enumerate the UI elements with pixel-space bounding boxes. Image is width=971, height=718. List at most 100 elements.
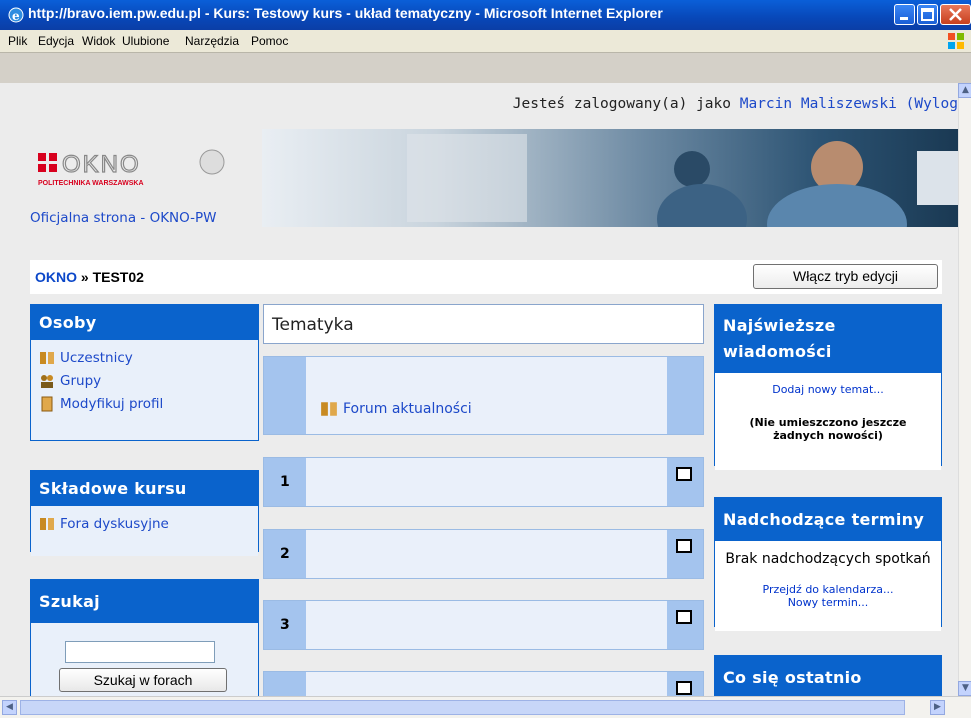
close-button[interactable] [940,4,971,25]
topic-section-0: Forum aktualności [263,356,704,435]
topic-section-4: 4 [263,671,704,696]
no-events-text: Brak nadchodzących spotkań [725,551,931,567]
topic-right-side [667,601,703,649]
block-skladowe-title: Składowe kursu [31,471,258,506]
breadcrumb-current: TEST02 [92,269,144,285]
horizontal-scrollbar[interactable]: ◀ ▶ [0,696,971,718]
block-szukaj-title: Szukaj [31,580,258,623]
edit-mode-button[interactable]: Włącz tryb edycji [753,264,938,289]
official-page-link[interactable]: Oficjalna strona - OKNO-PW [30,210,217,226]
title-bar: e http://bravo.iem.pw.edu.pl - Kurs: Tes… [0,0,971,30]
forum-news-link[interactable]: Forum aktualności [320,400,472,418]
scroll-right-icon[interactable]: ▶ [930,700,945,715]
topic-number: 3 [280,617,290,633]
block-news-title: Najświeższe wiadomości [715,305,941,373]
login-prefix: Jesteś zalogowany(a) jako [512,96,740,112]
banner-image [407,134,958,227]
header-banner [262,129,958,227]
search-forums-button[interactable]: Szukaj w forach [59,668,227,692]
topics-header: Tematyka [263,304,704,344]
minimize-icon [900,17,908,20]
block-recent: Co się ostatnio [714,655,942,696]
scroll-left-icon[interactable]: ◀ [2,700,17,715]
highlight-topic-checkbox[interactable] [676,539,692,553]
participants-icon [40,351,54,364]
uczestnicy-label: Uczestnicy [60,349,133,366]
highlight-topic-checkbox[interactable] [676,681,692,695]
grupy-link[interactable]: Grupy [39,369,250,392]
maximize-icon [921,8,934,21]
topic-section-3: 3 [263,600,704,650]
page-content: Jesteś zalogowany(a) jako Marcin Malisze… [0,83,958,696]
menu-narzedzia[interactable]: Narzędzia [185,34,239,48]
navigation-bar: OKNO » TEST02 Włącz tryb edycji [30,260,942,294]
block-news: Najświeższe wiadomości Dodaj nowy temat.… [714,304,942,470]
modyfikuj-profil-label: Modyfikuj profil [60,395,164,412]
menu-bar: Plik Edycja Widok Ulubione Narzędzia Pom… [0,30,971,53]
block-events-body: Brak nadchodzących spotkań Przejdź do ka… [715,541,941,631]
topic-section-2: 2 [263,529,704,579]
block-szukaj-body: Szukaj w forach [31,623,258,696]
logout-link[interactable]: (Wylog [906,96,958,112]
new-event-link[interactable]: Nowy termin... [723,596,933,609]
topic-left-side [264,357,306,434]
block-news-body: Dodaj nowy temat... (Nie umieszczono jes… [715,373,941,470]
menu-edycja[interactable]: Edycja [38,34,74,48]
block-skladowe-body: Fora dyskusyjne [31,506,258,556]
search-input[interactable] [65,641,215,663]
block-skladowe: Składowe kursu Fora dyskusyjne [30,470,259,556]
menu-pomoc[interactable]: Pomoc [251,34,288,48]
svg-text:e: e [12,9,20,23]
minimize-button[interactable] [894,4,915,25]
block-szukaj: Szukaj Szukaj w forach [30,579,259,696]
no-news-text: (Nie umieszczono jeszcze żadnych nowości… [749,416,907,442]
menu-ulubione[interactable]: Ulubione [122,34,169,48]
forum-news-label: Forum aktualności [343,401,472,417]
menu-widok[interactable]: Widok [82,34,115,48]
scroll-down-icon[interactable]: ▼ [958,681,971,696]
block-osoby-title: Osoby [31,305,258,340]
profile-icon [41,396,53,411]
logo-text: OKNO [62,151,141,178]
calendar-link[interactable]: Przejdź do kalendarza... [723,583,933,596]
topic-right-side [667,530,703,578]
forum-icon [40,517,54,530]
topic-right-side [667,458,703,506]
window-title: http://bravo.iem.pw.edu.pl - Kurs: Testo… [28,5,663,21]
block-recent-title: Co się ostatnio [715,656,941,696]
vertical-scrollbar[interactable]: ▲ ▼ [958,83,971,696]
breadcrumb-home[interactable]: OKNO [35,269,77,285]
forum-icon [321,402,337,416]
topic-number: 1 [280,474,290,490]
fora-link[interactable]: Fora dyskusyjne [39,512,250,535]
block-osoby: Osoby Uczestnicy Grupy Modyfikuj profil [30,304,259,441]
okno-logo[interactable]: OKNO POLITECHNIKA WARSZAWSKA [30,141,240,201]
windows-logo-icon [948,33,964,49]
user-link[interactable]: Marcin Maliszewski [740,96,897,112]
highlight-topic-checkbox[interactable] [676,610,692,624]
breadcrumb-separator: » [77,269,93,285]
scroll-up-icon[interactable]: ▲ [958,83,971,98]
uczestnicy-link[interactable]: Uczestnicy [39,346,250,369]
close-icon [949,8,962,21]
fora-label: Fora dyskusyjne [60,515,169,532]
menu-plik[interactable]: Plik [8,34,27,48]
add-topic-link[interactable]: Dodaj nowy temat... [723,383,933,396]
internet-explorer-icon: e [8,7,24,23]
topic-number: 2 [280,546,290,562]
block-osoby-body: Uczestnicy Grupy Modyfikuj profil [31,340,258,440]
topic-left-side [264,672,306,696]
breadcrumb: OKNO » TEST02 [35,269,144,285]
horizontal-scroll-thumb[interactable] [20,700,905,715]
maximize-button[interactable] [917,4,938,25]
highlight-topic-checkbox[interactable] [676,467,692,481]
topic-section-1: 1 [263,457,704,507]
grupy-label: Grupy [60,372,102,389]
logo-subtitle: POLITECHNIKA WARSZAWSKA [38,180,144,187]
groups-icon [41,374,53,388]
block-events-title: Nadchodzące terminy [715,498,941,541]
login-info: Jesteś zalogowany(a) jako Marcin Malisze… [513,96,958,112]
okno-logo-image: OKNO POLITECHNIKA WARSZAWSKA [38,149,225,187]
modyfikuj-profil-link[interactable]: Modyfikuj profil [39,392,250,415]
block-events: Nadchodzące terminy Brak nadchodzących s… [714,497,942,631]
